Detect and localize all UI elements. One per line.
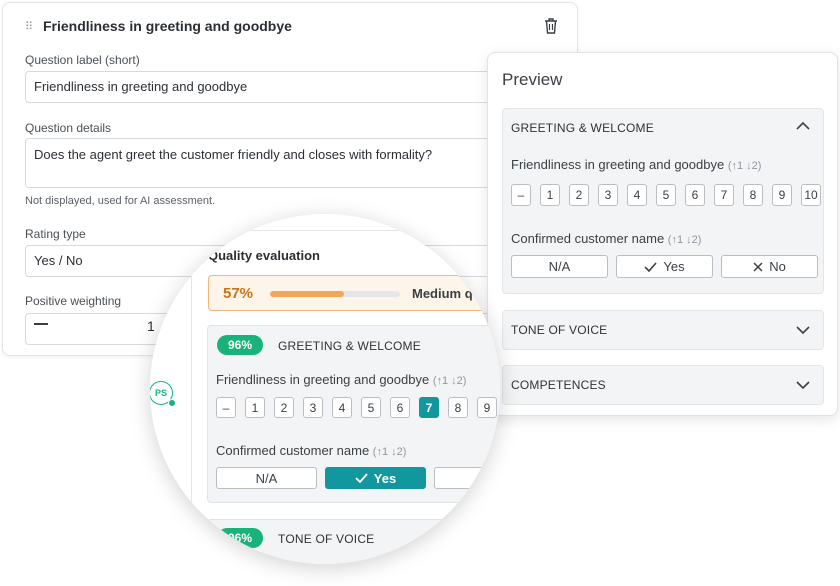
score-button-7-selected[interactable]: 7 (419, 397, 439, 418)
weighting-label: Positive weighting (25, 294, 122, 308)
question-weight-meta: (↑1 ↓2) (667, 234, 702, 246)
label-input[interactable]: Friendliness in greeting and goodbye (25, 71, 565, 103)
score-button-9[interactable]: 9 (477, 397, 497, 418)
rating-type-label: Rating type (25, 227, 86, 241)
section-competences[interactable]: COMPETENCES (502, 365, 824, 405)
option-row: N/A Yes ✕ (216, 467, 500, 489)
score-button-9[interactable]: 9 (772, 184, 792, 206)
quality-level: Medium q (412, 286, 473, 301)
section-score-badge: 96% (217, 528, 264, 548)
details-hint: Not displayed, used for AI assessment. (25, 195, 216, 207)
close-icon (753, 261, 763, 272)
progress-track (270, 291, 400, 297)
option-no-button[interactable]: ✕ (434, 467, 500, 489)
score-button-8[interactable]: 8 (743, 184, 763, 206)
score-button-none[interactable]: – (216, 397, 236, 418)
evaluation-section-greeting: 96% GREETING & WELCOME Friendliness in g… (207, 325, 500, 503)
score-button-1[interactable]: 1 (540, 184, 560, 206)
score-button-5[interactable]: 5 (656, 184, 676, 206)
score-button-6[interactable]: 6 (390, 397, 410, 418)
preview-panel: Preview GREETING & WELCOME Friendliness … (487, 52, 838, 416)
evaluation-heading: Quality evaluation (208, 248, 320, 263)
option-na-button[interactable]: N/A (216, 467, 317, 489)
score-button-6[interactable]: 6 (685, 184, 705, 206)
question-weight-meta: (↑1 ↓2) (372, 446, 407, 458)
score-row: – 1 2 3 4 5 6 7 8 9 10 (511, 184, 821, 206)
magnifier-viewport: PS Quality evaluation 57% Medium q 96% G… (150, 214, 500, 564)
decrement-button[interactable] (34, 323, 48, 325)
check-icon (644, 261, 657, 272)
score-button-3[interactable]: 3 (598, 184, 618, 206)
overall-percent: 57% (223, 285, 254, 302)
option-yes-button[interactable]: Yes (616, 255, 713, 278)
score-row: – 1 2 3 4 5 6 7 8 9 (216, 397, 497, 418)
score-button-8[interactable]: 8 (448, 397, 468, 418)
section-score-badge: 96% (217, 335, 264, 355)
question-label: Confirmed customer name (↑1 ↓2) (216, 443, 407, 458)
score-button-none[interactable]: – (511, 184, 531, 206)
evaluation-section-tone: 96% TONE OF VOICE (207, 519, 500, 564)
score-button-1[interactable]: 1 (245, 397, 265, 418)
question-label: Friendliness in greeting and goodbye (↑1… (216, 372, 467, 387)
section-tone-of-voice[interactable]: TONE OF VOICE (502, 310, 824, 350)
section-title: TONE OF VOICE (511, 323, 608, 337)
score-button-2[interactable]: 2 (274, 397, 294, 418)
magnifier-lens: PS Quality evaluation 57% Medium q 96% G… (150, 214, 500, 564)
overall-score-bar: 57% Medium q (208, 275, 500, 311)
section-title: COMPETENCES (511, 378, 606, 392)
score-button-10[interactable]: 10 (801, 184, 821, 206)
option-yes-button-selected[interactable]: Yes (325, 467, 426, 489)
editor-title: Friendliness in greeting and goodbye (43, 18, 292, 34)
progress-fill (270, 291, 345, 297)
score-button-2[interactable]: 2 (569, 184, 589, 206)
chevron-down-icon[interactable] (795, 325, 811, 335)
divider (197, 230, 500, 231)
section-title: GREETING & WELCOME (278, 339, 421, 353)
score-button-3[interactable]: 3 (303, 397, 323, 418)
option-na-button[interactable]: N/A (511, 255, 608, 278)
chevron-down-icon[interactable] (795, 380, 811, 390)
question-label: Friendliness in greeting and goodbye (↑1… (511, 157, 762, 172)
section-title: GREETING & WELCOME (511, 121, 654, 135)
preview-title: Preview (502, 70, 563, 89)
question-weight-meta: (↑1 ↓2) (432, 375, 467, 387)
option-no-button[interactable]: No (721, 255, 818, 278)
drag-handle-icon[interactable]: ⠿ (25, 21, 33, 33)
score-button-4[interactable]: 4 (627, 184, 647, 206)
online-status-dot (168, 399, 176, 407)
score-button-4[interactable]: 4 (332, 397, 352, 418)
question-label: Confirmed customer name (↑1 ↓2) (511, 231, 702, 246)
chevron-up-icon[interactable] (795, 121, 811, 131)
section-title: TONE OF VOICE (278, 532, 375, 546)
option-row: N/A Yes No (511, 255, 818, 278)
check-icon (355, 473, 368, 483)
score-button-5[interactable]: 5 (361, 397, 381, 418)
divider (191, 230, 192, 564)
label-field-label: Question label (short) (25, 53, 140, 67)
score-button-7[interactable]: 7 (714, 184, 734, 206)
details-field-label: Question details (25, 121, 112, 135)
trash-icon[interactable] (543, 17, 559, 35)
details-textarea[interactable]: Does the agent greet the customer friend… (25, 138, 565, 188)
section-greeting-welcome: GREETING & WELCOME Friendliness in greet… (502, 108, 824, 294)
question-weight-meta: (↑1 ↓2) (727, 160, 762, 172)
